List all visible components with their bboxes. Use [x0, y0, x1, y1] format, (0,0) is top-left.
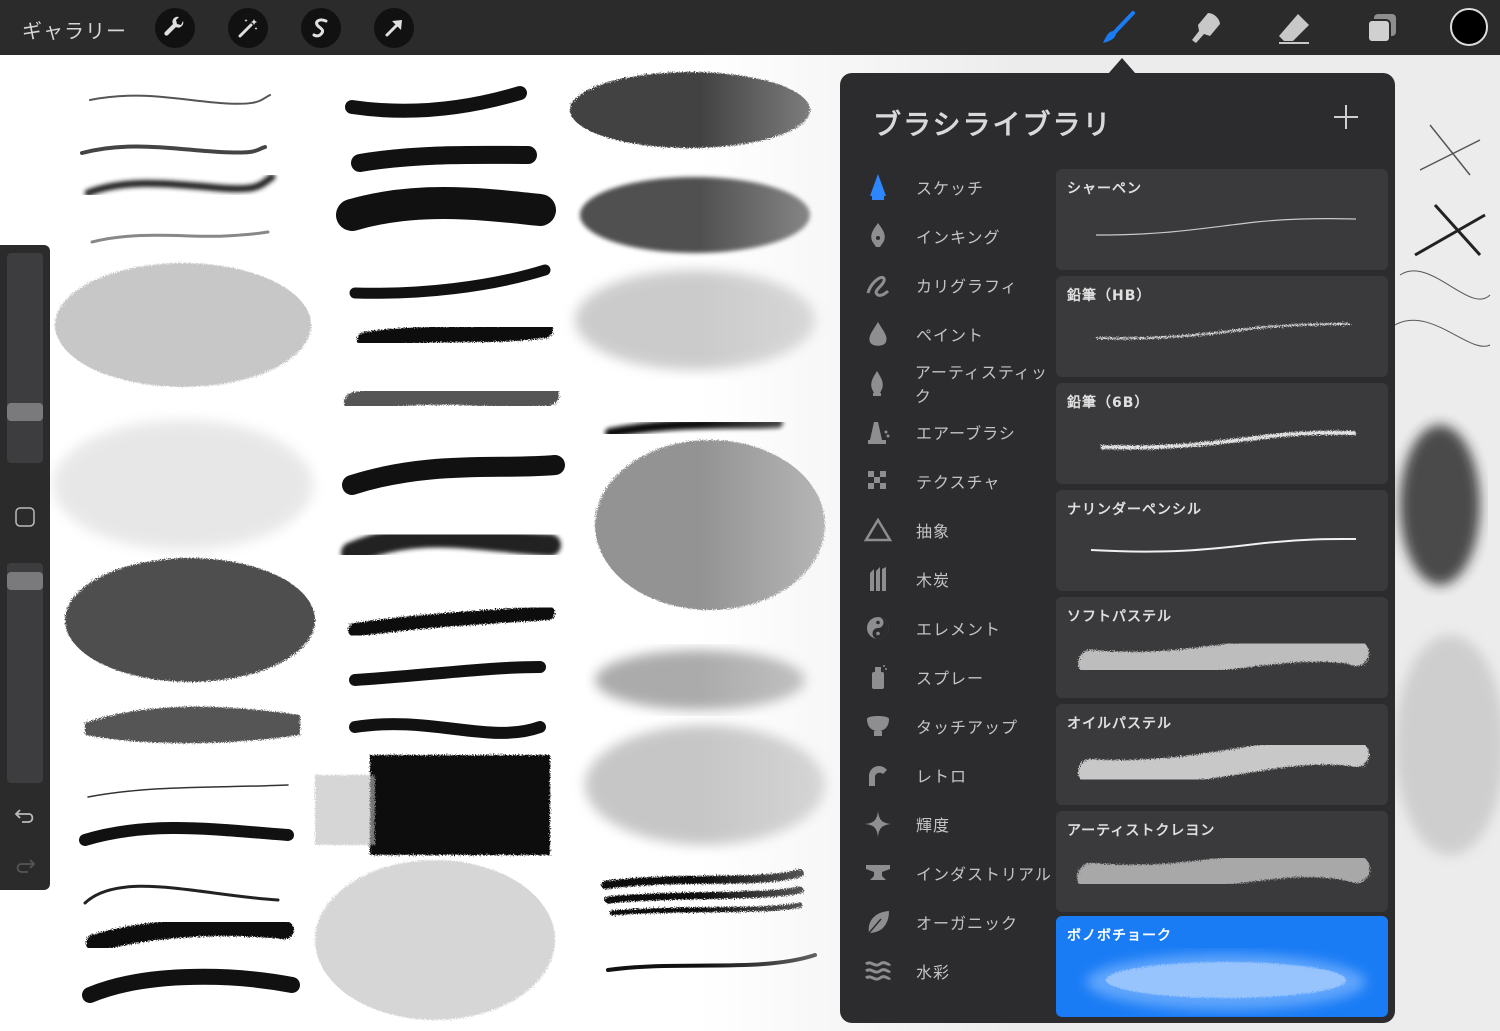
brush-item-artist-crayon[interactable]: アーティストクレヨン	[1056, 811, 1388, 912]
eraser-icon	[1279, 14, 1309, 44]
category-paint[interactable]: ペイント	[860, 312, 1060, 356]
brush-item-pencil-hb[interactable]: 鉛筆（HB）	[1056, 276, 1388, 377]
transform-arrow-icon	[385, 20, 402, 37]
brush-item-soft-pastel[interactable]: ソフトパステル	[1056, 597, 1388, 698]
redo-button[interactable]	[13, 853, 37, 877]
brush-stroke-preview	[1086, 954, 1366, 1010]
actions-button[interactable]	[155, 8, 195, 48]
brush-stroke-preview	[1090, 537, 1357, 553]
category-watercolor[interactable]: 水彩	[860, 949, 1060, 993]
brush-item-narinder-pencil[interactable]: ナリンダーペンシル	[1056, 490, 1388, 591]
brush-item-bonobo-chalk[interactable]: ボノボチョーク	[1056, 916, 1388, 1017]
category-charcoal[interactable]: 木炭	[860, 557, 1060, 601]
category-calligraphy[interactable]: カリグラフィ	[860, 263, 1060, 307]
transform-button[interactable]	[374, 8, 414, 48]
opacity-slider[interactable]	[7, 563, 43, 783]
charcoal-icon	[860, 561, 896, 597]
layers-button[interactable]	[1362, 8, 1402, 48]
brush-item-oil-pastel[interactable]: オイルパステル	[1056, 704, 1388, 805]
touchup-icon	[860, 708, 896, 744]
gallery-button[interactable]: ギャラリー	[22, 15, 127, 44]
yin-yang-icon	[860, 610, 896, 646]
color-picker-button[interactable]	[1450, 8, 1488, 46]
brush-size-slider[interactable]	[7, 253, 43, 463]
wrench-icon	[164, 16, 184, 36]
retro-arc-icon	[860, 757, 896, 793]
sparkle-icon	[860, 806, 896, 842]
category-abstract[interactable]: 抽象	[860, 508, 1060, 552]
category-spray[interactable]: スプレー	[860, 655, 1060, 699]
category-texture[interactable]: テクスチャ	[860, 459, 1060, 503]
smudge-tool-button[interactable]	[1186, 8, 1226, 48]
brush-stroke-preview	[1095, 322, 1352, 340]
smudge-finger-icon	[1192, 13, 1220, 43]
brush-stroke-preview	[1095, 218, 1357, 236]
category-airbrush[interactable]: エアーブラシ	[860, 410, 1060, 454]
brush-tool-button[interactable]	[1098, 8, 1138, 48]
category-retro[interactable]: レトロ	[860, 753, 1060, 797]
paint-drop-icon	[860, 316, 896, 352]
artistic-icon	[860, 365, 895, 401]
category-artistic[interactable]: アーティスティック	[860, 361, 1060, 406]
selection-button[interactable]	[301, 8, 341, 48]
brush-stroke-preview	[1078, 635, 1369, 678]
spray-can-icon	[860, 659, 896, 695]
right-canvas-artwork	[1394, 124, 1500, 855]
calligraphy-icon	[860, 267, 896, 303]
airbrush-icon	[860, 414, 896, 450]
brush-stroke-preview	[1078, 738, 1369, 786]
triangle-icon	[860, 512, 896, 548]
layers-icon	[1367, 14, 1396, 43]
undo-button[interactable]	[13, 803, 37, 827]
brush-item-mechanical-pencil[interactable]: シャーペン	[1056, 169, 1388, 270]
paintbrush-icon	[1103, 11, 1135, 43]
magic-wand-icon	[238, 19, 258, 38]
category-elements[interactable]: エレメント	[860, 606, 1060, 650]
square-icon	[15, 507, 35, 527]
texture-checker-icon	[860, 463, 896, 499]
category-inking[interactable]: インキング	[860, 214, 1060, 258]
category-sketch[interactable]: スケッチ	[860, 165, 1060, 209]
brush-library-panel: ブラシライブラリ スケッチ インキング カリグラフィ ペイント アーティスティッ…	[840, 73, 1395, 1023]
anvil-icon	[860, 855, 896, 891]
opacity-thumb[interactable]	[7, 572, 43, 590]
eraser-tool-button[interactable]	[1274, 8, 1314, 48]
popover-arrow	[1108, 58, 1136, 74]
category-organic[interactable]: オーガニック	[860, 900, 1060, 944]
redo-icon	[16, 859, 36, 873]
water-waves-icon	[860, 953, 896, 989]
leaf-icon	[860, 904, 896, 940]
category-industrial[interactable]: インダストリアル	[860, 851, 1060, 895]
left-sidebar	[0, 245, 50, 890]
brush-stroke-preview	[1100, 430, 1357, 450]
adjustments-button[interactable]	[228, 8, 268, 48]
inking-icon	[860, 218, 896, 254]
undo-icon	[14, 809, 34, 823]
brush-size-thumb[interactable]	[7, 403, 43, 421]
modify-button[interactable]	[13, 505, 37, 529]
top-toolbar: ギャラリー	[0, 0, 1500, 55]
selection-s-icon	[312, 18, 328, 38]
category-touchup[interactable]: タッチアップ	[860, 704, 1060, 748]
brush-item-pencil-6b[interactable]: 鉛筆（6B）	[1056, 383, 1388, 484]
brush-library-title: ブラシライブラリ	[873, 108, 1113, 141]
add-brush-plus-icon[interactable]	[1332, 103, 1360, 131]
category-luminance[interactable]: 輝度	[860, 802, 1060, 846]
brush-stroke-preview	[1077, 849, 1370, 893]
sketch-icon	[860, 169, 896, 205]
